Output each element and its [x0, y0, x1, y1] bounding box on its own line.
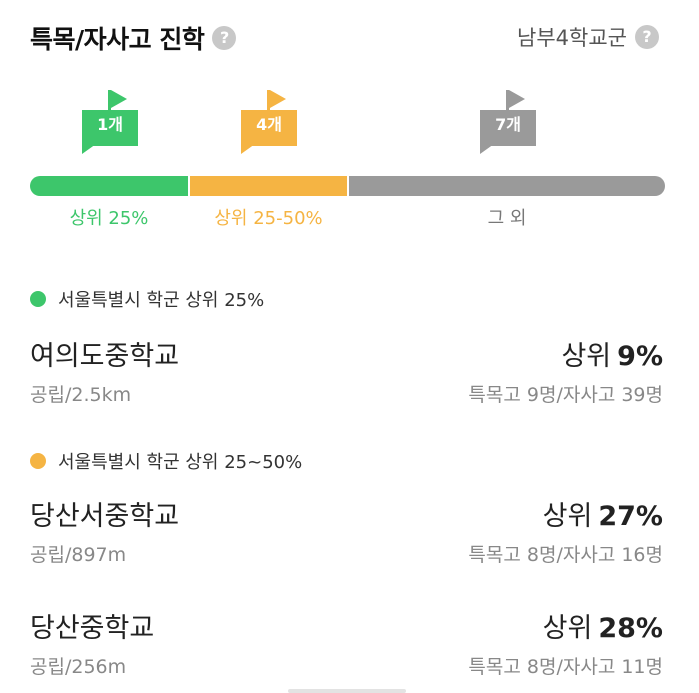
- orange-dot-icon: [30, 453, 46, 469]
- admission-counts: 특목고 9명/자사고 39명: [468, 384, 663, 406]
- school-meta: 공립/256m: [30, 656, 127, 678]
- distribution-bar-others: [349, 176, 665, 196]
- flag-count: 7개: [480, 110, 536, 146]
- flag-count: 4개: [241, 110, 297, 146]
- group-heading-text: 서울특별시 학군 상위 25~50%: [58, 452, 303, 473]
- rank-value: 9%: [617, 341, 663, 372]
- help-icon[interactable]: ?: [212, 26, 237, 50]
- home-indicator[interactable]: [288, 689, 406, 693]
- flag-count: 1개: [82, 110, 138, 146]
- group-heading-top25-50: 서울특별시 학군 상위 25~50%: [30, 448, 302, 474]
- school-name: 여의도중학교: [30, 341, 180, 372]
- rank-value: 28%: [598, 613, 663, 644]
- school-row[interactable]: 당산중학교 공립/256m 상위 28% 특목고 8명/자사고 11명: [30, 606, 663, 686]
- flag-icon: [270, 90, 286, 108]
- green-dot-icon: [30, 291, 46, 307]
- distribution-bar-top25: [30, 176, 188, 196]
- group-heading-text: 서울특별시 학군 상위 25%: [58, 290, 265, 311]
- section-header: 특목/자사고 진학? 남부4학교군?: [30, 20, 659, 54]
- rank-prefix: 상위: [542, 501, 593, 532]
- segment-label-top25: 상위 25%: [69, 208, 149, 229]
- rank-prefix: 상위: [561, 341, 612, 372]
- flag-top25: 1개: [82, 90, 138, 154]
- school-rank: 상위 9%: [561, 334, 663, 373]
- school-row[interactable]: 여의도중학교 공립/2.5km 상위 9% 특목고 9명/자사고 39명: [30, 334, 663, 414]
- school-name: 당산서중학교: [30, 501, 180, 532]
- distribution-bar-top25-50: [190, 176, 347, 196]
- flag-others: 7개: [480, 90, 536, 154]
- school-name: 당산중학교: [30, 613, 155, 644]
- group-heading-top25: 서울특별시 학군 상위 25%: [30, 286, 264, 312]
- district-label: 남부4학교군: [517, 26, 627, 50]
- district-selector[interactable]: 남부4학교군?: [517, 22, 659, 52]
- school-row[interactable]: 당산서중학교 공립/897m 상위 27% 특목고 8명/자사고 16명: [30, 494, 663, 574]
- school-meta: 공립/2.5km: [30, 384, 132, 406]
- flag-tail: [480, 144, 494, 154]
- rank-prefix: 상위: [542, 613, 593, 644]
- school-rank: 상위 27%: [543, 494, 663, 533]
- help-icon[interactable]: ?: [635, 25, 659, 49]
- school-meta: 공립/897m: [30, 544, 127, 566]
- rank-value: 27%: [598, 501, 663, 532]
- flag-tail: [82, 144, 96, 154]
- flag-top25-50: 4개: [241, 90, 297, 154]
- segment-label-top25-50: 상위 25-50%: [214, 208, 323, 229]
- flag-icon: [509, 90, 525, 108]
- admission-counts: 특목고 8명/자사고 16명: [468, 544, 663, 566]
- segment-label-others: 그 외: [487, 208, 527, 229]
- section-title-text: 특목/자사고 진학: [30, 25, 205, 54]
- flag-tail: [241, 144, 255, 154]
- school-rank: 상위 28%: [543, 606, 663, 645]
- flag-icon: [111, 90, 127, 108]
- admission-counts: 특목고 8명/자사고 11명: [468, 656, 663, 678]
- section-title: 특목/자사고 진학?: [30, 20, 237, 56]
